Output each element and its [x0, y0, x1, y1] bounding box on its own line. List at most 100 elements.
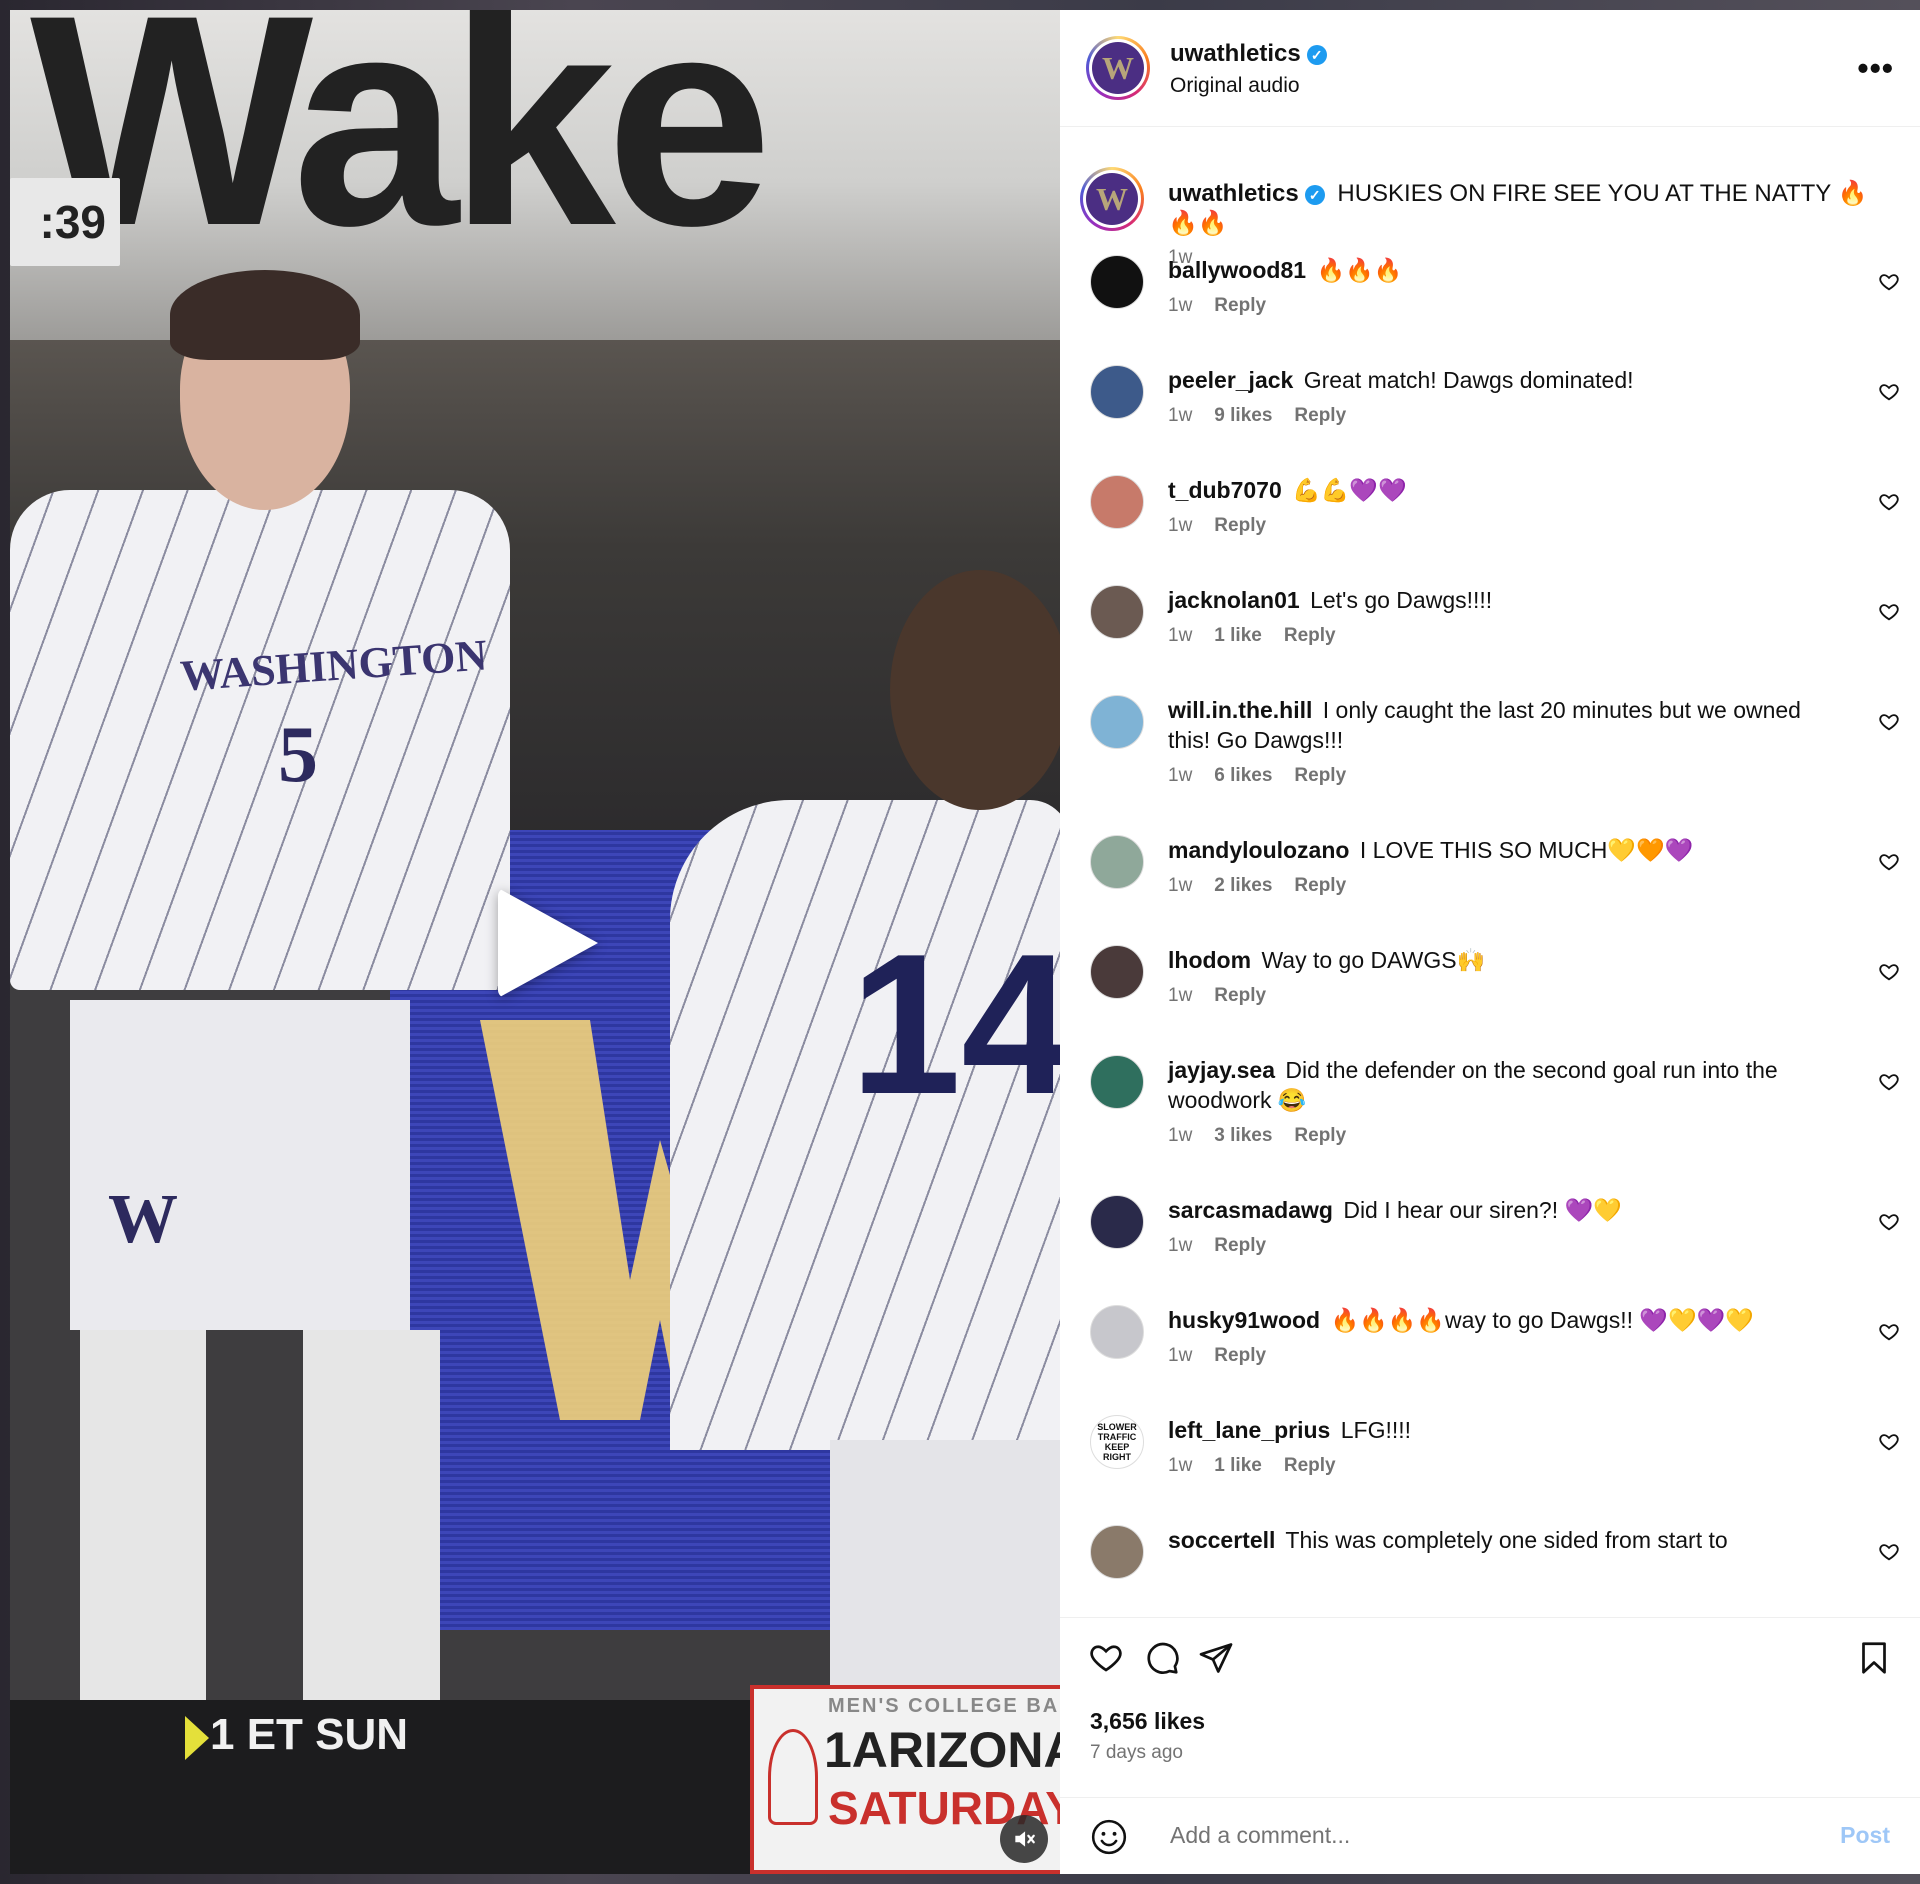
commenter-avatar[interactable]	[1090, 1525, 1144, 1579]
game-clock: :39	[10, 178, 120, 266]
play-icon[interactable]	[498, 888, 598, 998]
add-comment-bar: Add a comment... Post	[1060, 1797, 1920, 1875]
comments-scroll[interactable]: W uwathletics ✓ HUSKIES ON FIRE SEE YOU A…	[1060, 127, 1920, 1617]
commenter-avatar[interactable]: SLOWER TRAFFIC KEEP RIGHT	[1090, 1415, 1144, 1469]
comment-time: 1w	[1168, 405, 1193, 426]
player-5-hair	[170, 270, 360, 360]
comment-like-heart-icon[interactable]	[1878, 851, 1900, 873]
commenter-username[interactable]: ballywood81	[1168, 257, 1306, 283]
reply-button[interactable]: Reply	[1294, 765, 1346, 786]
post-comment-button[interactable]: Post	[1840, 1822, 1890, 1849]
video-player[interactable]: Wake :39 WASHINGTON 5 W 14 1 ET SUN MEN'…	[10, 10, 1060, 1874]
comment-meta: 1w Reply	[1168, 515, 1288, 537]
comment-time: 1w	[1168, 765, 1193, 786]
commenter-username[interactable]: husky91wood	[1168, 1307, 1320, 1333]
player-5-jersey	[10, 490, 510, 990]
reply-button[interactable]: Reply	[1214, 985, 1266, 1006]
post-date: 7 days ago	[1090, 1742, 1183, 1763]
player-14-shorts	[830, 1440, 1060, 1700]
commenter-username[interactable]: mandyloulozano	[1168, 837, 1349, 863]
verified-badge-icon: ✓	[1306, 44, 1327, 65]
comment-text-block: peeler_jack Great match! Dawgs dominated…	[1168, 365, 1828, 395]
commenter-username[interactable]: peeler_jack	[1168, 367, 1293, 393]
reply-button[interactable]: Reply	[1214, 1235, 1266, 1256]
comment-like-heart-icon[interactable]	[1878, 1211, 1900, 1233]
commenter-avatar[interactable]	[1090, 585, 1144, 639]
post-modal: Wake :39 WASHINGTON 5 W 14 1 ET SUN MEN'…	[10, 10, 1920, 1874]
caption-author-avatar[interactable]: W	[1080, 167, 1144, 231]
comment-text-block: left_lane_prius LFG!!!!	[1168, 1415, 1828, 1445]
comment-like-count[interactable]: 1 like	[1214, 625, 1262, 646]
comment-time: 1w	[1168, 295, 1193, 316]
commenter-username[interactable]: lhodom	[1168, 947, 1251, 973]
comment-body: This was completely one sided from start…	[1285, 1527, 1728, 1553]
reply-button[interactable]: Reply	[1284, 1455, 1336, 1476]
comment-like-count[interactable]: 2 likes	[1214, 875, 1272, 896]
commenter-avatar[interactable]	[1090, 695, 1144, 749]
commenter-avatar[interactable]	[1090, 835, 1144, 889]
comment-bubble-icon[interactable]	[1144, 1640, 1180, 1676]
comment-body: Did I hear our siren?! 💜💛	[1343, 1197, 1622, 1223]
commenter-username[interactable]: sarcasmadawg	[1168, 1197, 1333, 1223]
comment-text-block: mandyloulozano I LOVE THIS SO MUCH💛🧡💜	[1168, 835, 1828, 865]
ticker-text: 1 ET SUN	[210, 1710, 409, 1759]
reply-button[interactable]: Reply	[1284, 625, 1336, 646]
reply-button[interactable]: Reply	[1214, 515, 1266, 536]
save-bookmark-icon[interactable]	[1856, 1640, 1892, 1676]
comment-like-heart-icon[interactable]	[1878, 1321, 1900, 1343]
comment-like-count[interactable]: 1 like	[1214, 1455, 1262, 1476]
commenter-username[interactable]: left_lane_prius	[1168, 1417, 1330, 1443]
comment-like-heart-icon[interactable]	[1878, 1541, 1900, 1563]
comment-like-heart-icon[interactable]	[1878, 601, 1900, 623]
commenter-username[interactable]: soccertell	[1168, 1527, 1275, 1553]
reply-button[interactable]: Reply	[1294, 875, 1346, 896]
comment-like-heart-icon[interactable]	[1878, 491, 1900, 513]
comment-like-count[interactable]: 9 likes	[1214, 405, 1272, 426]
comment-like-heart-icon[interactable]	[1878, 1071, 1900, 1093]
reply-button[interactable]: Reply	[1294, 405, 1346, 426]
author-username[interactable]: uwathletics ✓	[1170, 40, 1327, 68]
commenter-avatar[interactable]	[1090, 475, 1144, 529]
comment-input[interactable]: Add a comment...	[1170, 1822, 1350, 1849]
comment-meta: 1w 9 likes Reply	[1168, 405, 1368, 427]
comment-time: 1w	[1168, 1235, 1193, 1256]
more-options-icon[interactable]: •••	[1857, 50, 1894, 87]
comment-body: LFG!!!!	[1340, 1417, 1412, 1443]
reply-button[interactable]: Reply	[1214, 1345, 1266, 1366]
commenter-avatar[interactable]	[1090, 1055, 1144, 1109]
audio-label[interactable]: Original audio	[1170, 74, 1300, 98]
comment-time: 1w	[1168, 1345, 1193, 1366]
commenter-username[interactable]: jayjay.sea	[1168, 1057, 1275, 1083]
commenter-username[interactable]: will.in.the.hill	[1168, 697, 1312, 723]
comment-like-heart-icon[interactable]	[1878, 961, 1900, 983]
reply-button[interactable]: Reply	[1214, 295, 1266, 316]
mute-button[interactable]	[1000, 1815, 1048, 1863]
emoji-smile-icon[interactable]	[1090, 1818, 1128, 1856]
commenter-avatar[interactable]	[1090, 365, 1144, 419]
author-avatar[interactable]: W	[1086, 36, 1150, 100]
comment-like-heart-icon[interactable]	[1878, 711, 1900, 733]
comment-meta: 1w 2 likes Reply	[1168, 875, 1368, 897]
comment-like-heart-icon[interactable]	[1878, 271, 1900, 293]
commenter-avatar[interactable]	[1090, 1305, 1144, 1359]
like-count[interactable]: 3,656 likes	[1090, 1708, 1205, 1735]
caption-username[interactable]: uwathletics	[1168, 180, 1299, 207]
reply-button[interactable]: Reply	[1294, 1125, 1346, 1146]
caption-body: uwathletics ✓ HUSKIES ON FIRE SEE YOU AT …	[1168, 179, 1868, 239]
like-heart-icon[interactable]	[1088, 1640, 1124, 1676]
commenter-avatar[interactable]	[1090, 1195, 1144, 1249]
commenter-avatar[interactable]	[1090, 255, 1144, 309]
share-paper-plane-icon[interactable]	[1198, 1640, 1234, 1676]
comment-text-block: t_dub7070 💪💪💜💜	[1168, 475, 1828, 505]
comment-time: 1w	[1168, 515, 1193, 536]
comment-like-heart-icon[interactable]	[1878, 1431, 1900, 1453]
commenter-avatar[interactable]	[1090, 945, 1144, 999]
comment-like-count[interactable]: 6 likes	[1214, 765, 1272, 786]
comment-like-heart-icon[interactable]	[1878, 381, 1900, 403]
comment-text-block: lhodom Way to go DAWGS🙌	[1168, 945, 1828, 975]
commenter-username[interactable]: t_dub7070	[1168, 477, 1282, 503]
promo-line-1: MEN'S COLLEGE BA	[828, 1695, 1060, 1717]
wall-banner-text: Wake	[30, 10, 773, 288]
comment-like-count[interactable]: 3 likes	[1214, 1125, 1272, 1146]
commenter-username[interactable]: jacknolan01	[1168, 587, 1300, 613]
